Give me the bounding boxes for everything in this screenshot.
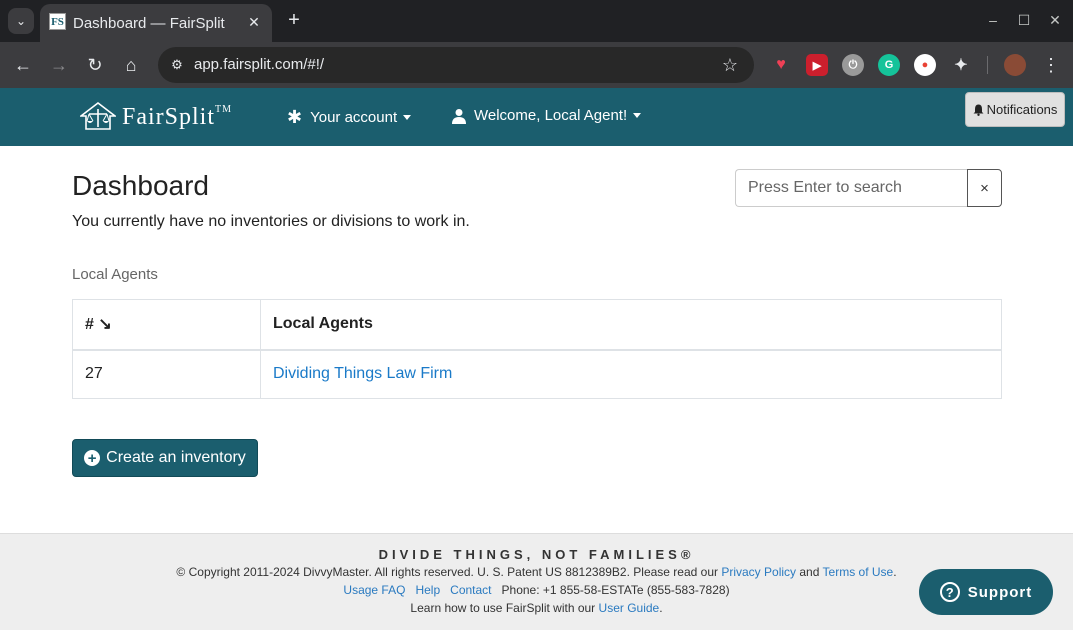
- kebab-icon[interactable]: ⋮: [1038, 52, 1064, 78]
- search-group: ×: [735, 169, 1002, 207]
- search-input[interactable]: [735, 169, 968, 207]
- asterisk-icon: ✱: [287, 107, 303, 127]
- url-text[interactable]: app.fairsplit.com/#!/: [194, 56, 324, 73]
- tune-icon[interactable]: ⚙: [166, 54, 188, 76]
- close-icon[interactable]: ✕: [244, 12, 264, 32]
- usage-faq-link[interactable]: Usage FAQ: [343, 583, 405, 597]
- tab-title: Dashboard — FairSplit: [73, 15, 225, 32]
- period-text: .: [893, 565, 897, 579]
- user-icon: [452, 108, 466, 124]
- local-agents-table: # ↘ Local Agents 27 Dividing Things Law …: [72, 299, 1002, 399]
- address-bar[interactable]: ⚙ app.fairsplit.com/#!/ ☆: [158, 47, 754, 83]
- support-label: Support: [967, 583, 1033, 601]
- question-circle-icon: ?: [939, 582, 960, 602]
- privacy-policy-link[interactable]: Privacy Policy: [721, 565, 796, 579]
- footer-links-line: Usage FAQ Help Contact Phone: +1 855-58-…: [0, 583, 1073, 597]
- browser-tab-bar: ⌄ FS Dashboard — FairSplit ✕ + – ☐ ✕: [0, 0, 1073, 42]
- arrow-left-icon[interactable]: ←: [10, 52, 36, 78]
- caret-down-icon: [403, 115, 412, 120]
- plus-circle-icon: +: [84, 450, 101, 466]
- power-extension-icon[interactable]: ⏻: [842, 54, 864, 76]
- star-icon[interactable]: ☆: [718, 53, 742, 77]
- create-inventory-button[interactable]: + Create an inventory: [72, 439, 258, 477]
- help-link[interactable]: Help: [415, 583, 440, 597]
- agent-name-cell: Dividing Things Law Firm: [260, 349, 1002, 399]
- notifications-button[interactable]: Notifications: [965, 92, 1065, 127]
- minimize-icon[interactable]: –: [983, 10, 1003, 30]
- user-menu[interactable]: Welcome, Local Agent!: [452, 107, 642, 124]
- footer-copyright-line: © Copyright 2011-2024 DivvyMaster. All r…: [0, 565, 1073, 579]
- notifications-label: Notifications: [986, 102, 1058, 117]
- empty-state-notice: You currently have no inventories or div…: [72, 213, 470, 230]
- google-extension-icon[interactable]: ●: [914, 54, 936, 76]
- table-header-row: # ↘ Local Agents: [72, 299, 1002, 351]
- home-icon[interactable]: ⌂: [118, 52, 144, 78]
- arrow-right-icon[interactable]: →: [46, 52, 72, 78]
- footer: DIVIDE THINGS, NOT FAMILIES® © Copyright…: [0, 533, 1073, 630]
- copyright-text: © Copyright 2011-2024 DivvyMaster. All r…: [176, 565, 718, 579]
- agent-number-cell: 27: [72, 349, 261, 399]
- fairsplit-favicon: FS: [49, 13, 66, 30]
- plus-icon[interactable]: +: [282, 8, 306, 32]
- your-account-menu[interactable]: ✱ Your account: [287, 107, 412, 128]
- grammarly-extension-icon[interactable]: G: [878, 54, 900, 76]
- brand-name: FairSplitTM: [122, 103, 233, 130]
- support-button[interactable]: ? Support: [919, 569, 1053, 615]
- user-menu-label: Welcome, Local Agent!: [474, 107, 628, 124]
- browser-toolbar: ← → ↻ ⌂ ⚙ app.fairsplit.com/#!/ ☆ ♥ ▶ ⏻ …: [0, 42, 1073, 88]
- footer-tagline: DIVIDE THINGS, NOT FAMILIES®: [378, 547, 695, 562]
- user-guide-link[interactable]: User Guide: [599, 601, 660, 615]
- browser-tab[interactable]: FS Dashboard — FairSplit ✕: [40, 4, 272, 42]
- section-label: Local Agents: [72, 266, 158, 283]
- bell-icon: [973, 104, 984, 116]
- period-text: .: [659, 601, 663, 615]
- terms-of-use-link[interactable]: Terms of Use: [823, 565, 894, 579]
- puzzle-extensions-icon[interactable]: ✦: [950, 54, 972, 76]
- fairsplit-logo[interactable]: FairSplitTM: [80, 100, 232, 134]
- create-inventory-label: Create an inventory: [106, 449, 246, 466]
- toolbar-divider: [987, 56, 988, 74]
- phone-text: Phone: +1 855-58-ESTATe (855-583-7828): [501, 583, 730, 597]
- your-account-label: Your account: [310, 109, 398, 126]
- youtube-extension-icon[interactable]: ▶: [806, 54, 828, 76]
- clear-search-button[interactable]: ×: [967, 169, 1002, 207]
- scales-logo-icon: [80, 102, 116, 130]
- column-header-local-agents[interactable]: Local Agents: [260, 299, 1002, 351]
- pocket-extension-icon[interactable]: ♥: [770, 54, 792, 76]
- agent-link[interactable]: Dividing Things Law Firm: [273, 365, 452, 382]
- column-header-number[interactable]: # ↘: [72, 299, 261, 351]
- table-row: 27 Dividing Things Law Firm: [72, 349, 1002, 399]
- and-text: and: [799, 565, 820, 579]
- app-header: FairSplitTM ✱ Your account Welcome, Loca…: [0, 88, 1073, 146]
- contact-link[interactable]: Contact: [450, 583, 491, 597]
- maximize-icon[interactable]: ☐: [1014, 10, 1034, 30]
- caret-down-icon: [633, 113, 642, 118]
- learn-text: Learn how to use FairSplit with our: [410, 601, 596, 615]
- reload-icon[interactable]: ↻: [82, 52, 108, 78]
- page-title: Dashboard: [72, 170, 209, 201]
- chevron-down-icon[interactable]: ⌄: [8, 8, 34, 34]
- footer-guide-line: Learn how to use FairSplit with our User…: [0, 601, 1073, 615]
- profile-avatar[interactable]: [1004, 54, 1026, 76]
- close-window-icon[interactable]: ✕: [1045, 10, 1065, 30]
